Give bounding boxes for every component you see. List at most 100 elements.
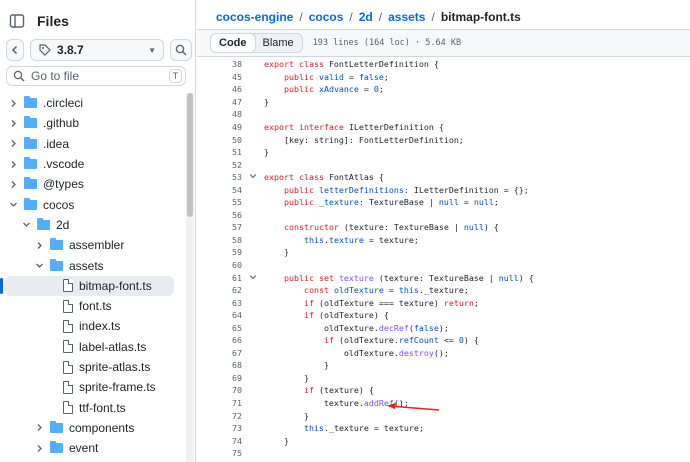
chevron-down-icon[interactable] [34,261,44,270]
line-number[interactable]: 60 [197,260,242,270]
chevron-down-icon[interactable] [21,220,31,229]
go-to-file-input[interactable]: Go to file T [6,66,186,86]
breadcrumb-link[interactable]: assets [388,10,425,24]
chevron-right-icon[interactable] [34,423,44,432]
line-number[interactable]: 38 [197,59,242,69]
tree-file[interactable]: ttf-font.ts [0,397,186,417]
tree-folder[interactable]: components [0,418,186,438]
line-number[interactable]: 53 [197,172,242,182]
tree-file[interactable]: index.ts [0,316,186,336]
chevron-right-icon[interactable] [34,241,44,250]
code-token: (texture: TextureBase | [373,272,499,283]
line-number[interactable]: 54 [197,185,242,195]
code-token: letterDefinitions [318,184,404,195]
chevron-right-icon[interactable] [8,99,18,108]
code-token: refCount [398,335,439,346]
chevron-right-icon[interactable] [8,119,18,128]
code-line: 55 public _texture: TextureBase | null =… [197,196,690,209]
tree-file[interactable]: bitmap-font.ts [0,275,174,296]
search-button[interactable] [170,39,192,61]
line-number[interactable]: 62 [197,285,242,295]
code-line: 58 this.texture = texture; [197,234,690,247]
tree-folder[interactable]: .circleci [0,93,186,113]
tree-folder[interactable]: assembler [0,235,186,255]
line-number[interactable]: 56 [197,210,242,220]
code-tab[interactable]: Code [210,33,256,53]
code-line: 54 public letterDefinitions: ILetterDefi… [197,183,690,196]
tree-folder[interactable]: .vscode [0,154,186,174]
line-number[interactable]: 63 [197,298,242,308]
chevron-right-icon[interactable] [34,444,44,453]
tree-folder[interactable]: event [0,438,186,458]
tree-folder[interactable]: assets [0,255,186,275]
chevron-right-icon[interactable] [8,180,18,189]
line-number[interactable]: 51 [197,147,242,157]
code-token: (texture) { [318,385,374,396]
line-number[interactable]: 48 [197,109,242,119]
line-number[interactable]: 65 [197,323,242,333]
branch-selector[interactable]: 3.8.7 ▼ [30,39,164,61]
code-token: oldTexture. [264,347,399,358]
tree-file[interactable]: font.ts [0,296,186,316]
code-token: null [438,197,459,208]
line-number[interactable]: 47 [197,97,242,107]
code-content: } [264,147,269,157]
line-number[interactable]: 75 [197,448,242,458]
chevron-down-icon[interactable] [8,200,18,209]
breadcrumb-link[interactable]: cocos-engine [216,10,293,24]
line-number[interactable]: 46 [197,84,242,94]
tree-folder[interactable]: @types [0,174,186,194]
line-number[interactable]: 50 [197,135,242,145]
code-line: 62 const oldTexture = this._texture; [197,284,690,297]
line-number[interactable]: 64 [197,310,242,320]
tree-folder[interactable]: 2d [0,215,186,235]
line-number[interactable]: 61 [197,273,242,283]
file-icon [63,380,73,394]
file-tree: .circleci .github .idea .vscode @types cocos 2… [0,93,186,458]
line-number[interactable]: 58 [197,235,242,245]
line-number[interactable]: 59 [197,247,242,257]
line-number[interactable]: 57 [197,222,242,232]
line-number[interactable]: 73 [197,423,242,433]
line-number[interactable]: 72 [197,411,242,421]
tree-folder[interactable]: .github [0,113,186,133]
chevron-right-icon[interactable] [8,139,18,148]
line-number[interactable]: 70 [197,385,242,395]
line-number[interactable]: 66 [197,335,242,345]
collapse-sidebar-button[interactable] [6,39,24,61]
scrollbar-thumb[interactable] [187,93,193,217]
code-line: 46 public xAdvance = 0; [197,83,690,96]
code-token: oldTexture [333,285,384,296]
line-number[interactable]: 74 [197,436,242,446]
line-number[interactable]: 71 [197,398,242,408]
line-number[interactable]: 52 [197,160,242,170]
code-token: destroy [398,347,434,358]
sidebar-panel-icon[interactable] [6,10,28,32]
tree-folder[interactable]: .idea [0,134,186,154]
line-number[interactable]: 67 [197,348,242,358]
breadcrumb-link[interactable]: cocos [309,10,344,24]
code-token: if [303,310,319,321]
code-token: if [303,385,319,396]
fold-chevron-icon[interactable] [242,273,264,283]
sidebar-scrollbar[interactable] [186,93,194,462]
fold-chevron-icon[interactable] [242,172,264,182]
line-number[interactable]: 69 [197,373,242,383]
line-number[interactable]: 45 [197,72,242,82]
line-number[interactable]: 55 [197,197,242,207]
tree-file[interactable]: sprite-frame.ts [0,377,186,397]
line-number[interactable]: 68 [197,360,242,370]
breadcrumb-link[interactable]: 2d [359,10,373,24]
code-content: export interface ILetterDefinition { [264,122,444,132]
chevron-right-icon[interactable] [8,160,18,169]
blame-tab[interactable]: Blame [255,34,302,52]
tree-file[interactable]: label-atlas.ts [0,337,186,357]
code-token: (oldTexture) { [318,310,389,321]
code-token: ) { [483,222,499,233]
line-number[interactable]: 49 [197,122,242,132]
code-line: 60 [197,259,690,272]
code-content: public _texture: TextureBase | null = nu… [264,197,499,207]
tree-file[interactable]: sprite-atlas.ts [0,357,186,377]
tree-folder[interactable]: cocos [0,194,186,214]
